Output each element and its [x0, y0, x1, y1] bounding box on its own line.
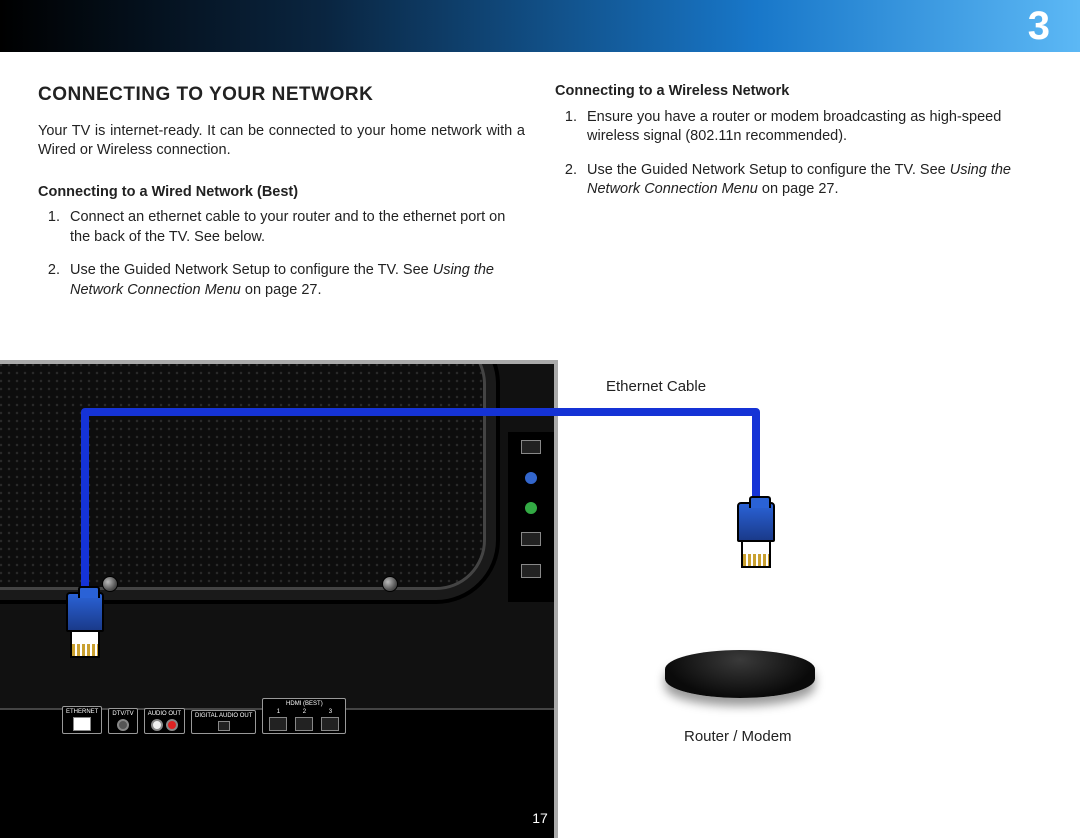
rj45-connector-tv [66, 592, 104, 662]
right-column: Connecting to a Wireless Network Ensure … [555, 82, 1042, 319]
router-modem-icon [665, 650, 815, 710]
digital-audio-port: DIGITAL AUDIO OUT [191, 710, 256, 734]
dtv-port: DTV/TV [108, 708, 137, 734]
speaker-grille [0, 360, 486, 590]
header-band: 3 [0, 0, 1080, 52]
wired-steps: Connect an ethernet cable to your router… [38, 208, 525, 300]
intro-paragraph: Your TV is internet-ready. It can be con… [38, 122, 525, 161]
wireless-steps: Ensure you have a router or modem broadc… [555, 108, 1042, 200]
ethernet-cable-label: Ethernet Cable [606, 378, 706, 395]
rj45-connector-router [737, 502, 775, 572]
wireless-step-2: Use the Guided Network Setup to configur… [581, 161, 1042, 200]
wired-step-2: Use the Guided Network Setup to configur… [64, 261, 525, 300]
left-column: CONNECTING TO YOUR NETWORK Your TV is in… [38, 82, 525, 319]
side-port [521, 440, 541, 454]
port-row: ETHERNET DTV/TV AUDIO OUT DIGITAL AUDIO … [62, 698, 346, 734]
screw-icon [102, 576, 118, 592]
hdmi-ports: HDMI (BEST) 1 2 3 [262, 698, 346, 734]
audio-out-port: AUDIO OUT [144, 708, 185, 734]
wired-heading: Connecting to a Wired Network (Best) [38, 183, 525, 203]
side-port [521, 532, 541, 546]
side-port [521, 564, 541, 578]
wireless-step-1: Ensure you have a router or modem broadc… [581, 108, 1042, 147]
side-port-green [525, 502, 537, 514]
chapter-number: 3 [1028, 4, 1050, 49]
side-port-blue [525, 472, 537, 484]
wireless-heading: Connecting to a Wireless Network [555, 82, 1042, 102]
page-number: 17 [532, 810, 548, 826]
wired-step-1: Connect an ethernet cable to your router… [64, 208, 525, 247]
side-port-column [508, 432, 554, 602]
connection-diagram: ETHERNET DTV/TV AUDIO OUT DIGITAL AUDIO … [0, 334, 1080, 834]
section-title: CONNECTING TO YOUR NETWORK [38, 82, 525, 108]
bottom-port-strip: ETHERNET DTV/TV AUDIO OUT DIGITAL AUDIO … [0, 708, 558, 838]
screw-icon [382, 576, 398, 592]
ethernet-port: ETHERNET [62, 706, 102, 734]
router-label: Router / Modem [684, 728, 792, 745]
content-columns: CONNECTING TO YOUR NETWORK Your TV is in… [0, 52, 1080, 319]
